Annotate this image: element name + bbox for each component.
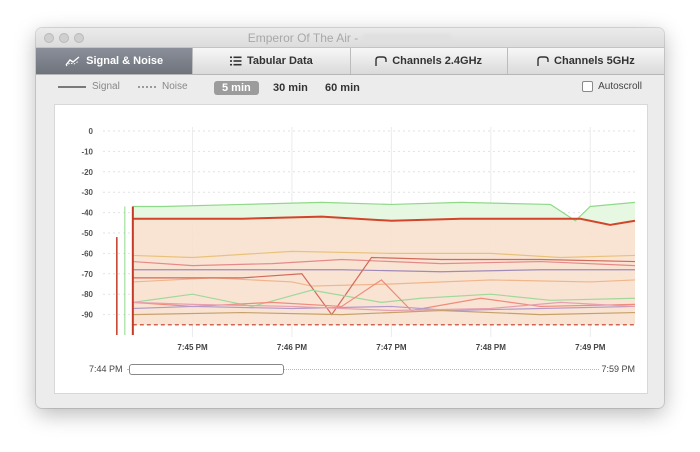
x-tick-label: 7:48 PM [476, 343, 507, 352]
x-tick-label: 7:49 PM [575, 343, 606, 352]
chart-panel: 0 -10 -20 -30 -40 -50 -60 -70 -80 -90 7:45 PM 7:46 … [54, 104, 648, 394]
legend-noise-label: Noise [162, 81, 188, 92]
autoscroll-checkbox[interactable] [582, 81, 594, 92]
window-title-text: Emperor Of The Air - [247, 31, 359, 45]
tab-label: Tabular Data [246, 55, 313, 67]
y-tick-label: -20 [81, 168, 93, 177]
legend-noise: Noise [138, 81, 188, 92]
autoscroll-toggle[interactable]: Autoscroll [582, 81, 642, 92]
timeline-window-handle[interactable] [129, 364, 284, 375]
channel-icon [375, 55, 387, 66]
signal-noise-chart: 0 -10 -20 -30 -40 -50 -60 -70 -80 -90 7:45 PM 7:46 … [81, 127, 636, 352]
y-tick-label: -40 [81, 209, 93, 218]
tab-signal-noise[interactable]: Signal & Noise [36, 48, 194, 74]
x-tick-label: 7:45 PM [177, 343, 208, 352]
tab-channels-24ghz[interactable]: Channels 2.4GHz [351, 48, 508, 74]
channel-icon [537, 55, 549, 66]
redacted-network-name [362, 34, 453, 44]
y-tick-label: -10 [81, 147, 93, 156]
y-tick-label: -70 [81, 270, 93, 279]
autoscroll-label: Autoscroll [598, 81, 642, 92]
y-tick-label: -60 [81, 249, 93, 258]
title-bar: Emperor Of The Air - [36, 28, 664, 48]
window-title: Emperor Of The Air - [36, 31, 664, 45]
noise-line-swatch [138, 85, 156, 88]
y-tick-label: -80 [81, 290, 93, 299]
timeline-end-label: 7:59 PM [601, 364, 635, 374]
tab-label: Signal & Noise [86, 55, 164, 67]
y-tick-label: -50 [81, 229, 93, 238]
legend-signal-label: Signal [92, 81, 120, 92]
range-5-min-button[interactable]: 5 min [214, 81, 259, 95]
tab-tabular-data[interactable]: Tabular Data [193, 48, 351, 74]
y-tick-label: -30 [81, 188, 93, 197]
tab-bar: Signal & Noise Tabular Data Channels 2.4… [36, 48, 664, 75]
tab-label: Channels 5GHz [554, 55, 635, 67]
tab-label: Channels 2.4GHz [392, 55, 483, 67]
x-tick-label: 7:47 PM [376, 343, 407, 352]
signal-line-swatch [58, 85, 86, 88]
timeline-start-label: 7:44 PM [89, 364, 123, 374]
legend-signal: Signal [58, 81, 120, 92]
y-tick-label: 0 [89, 127, 94, 136]
x-tick-label: 7:46 PM [277, 343, 308, 352]
list-icon [229, 56, 242, 66]
time-range-slider[interactable]: 7:44 PM 7:59 PM [55, 360, 647, 380]
chart-controls: Signal Noise 5 min 30 min 60 min Autoscr… [36, 75, 664, 99]
range-60-min-button[interactable]: 60 min [317, 81, 368, 95]
y-tick-label: -90 [81, 311, 93, 320]
range-30-min-button[interactable]: 30 min [265, 81, 316, 95]
app-window: Emperor Of The Air - Signal & Noise Tabu… [36, 28, 664, 408]
signal-chart-icon [65, 55, 80, 66]
tab-channels-5ghz[interactable]: Channels 5GHz [508, 48, 664, 74]
